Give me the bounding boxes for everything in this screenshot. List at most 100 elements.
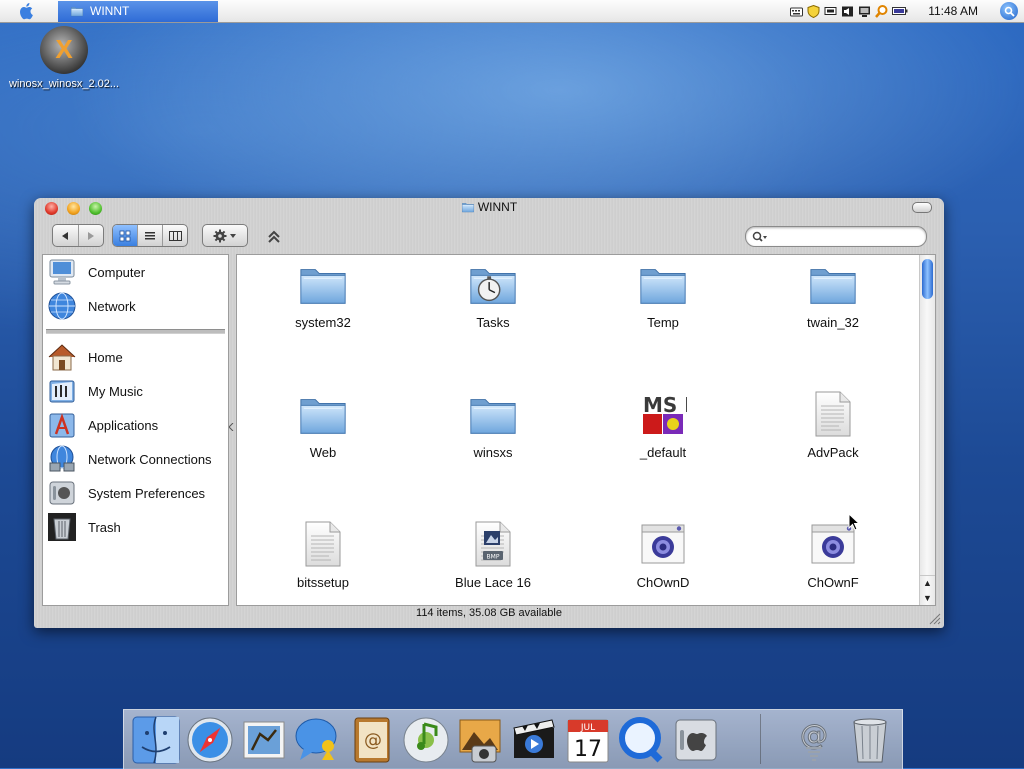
search-icon [752, 231, 767, 242]
itunes-icon[interactable] [400, 714, 452, 766]
mail-icon[interactable] [238, 714, 290, 766]
file-item[interactable]: twain_32 [763, 258, 903, 330]
desktop-icon-label: winosx_winosx_2.02... [8, 78, 120, 90]
sidebar-item-my-music[interactable]: My Music [43, 374, 228, 408]
forward-arrow-icon [87, 231, 94, 240]
folder-icon [637, 258, 689, 310]
ical-icon[interactable]: JUL 17 [562, 714, 614, 766]
svg-text:@: @ [364, 730, 382, 751]
forward-button[interactable] [79, 225, 104, 246]
ical-month-label: JUL [580, 723, 595, 733]
apple-menu-icon[interactable] [0, 0, 54, 22]
desktop-disk-icon-item[interactable]: X winosx_winosx_2.02... [2, 26, 126, 90]
sidebar-item-system-preferences[interactable]: System Preferences [43, 476, 228, 510]
applications-icon [46, 410, 78, 440]
shield-icon[interactable] [807, 4, 820, 18]
file-browser-content: system32 Tasks Temp twain_32 Web winsxs … [236, 254, 936, 606]
file-item[interactable]: winsxs [423, 388, 563, 460]
file-item[interactable]: ChOwnD [593, 518, 733, 590]
menu-extras: 11:48 AM [790, 2, 1024, 20]
menu-bar: WINNT 11:48 AM [0, 0, 1024, 23]
file-item[interactable]: AdvPack [763, 388, 903, 460]
folder-icon [297, 258, 349, 310]
iphoto-icon[interactable] [454, 714, 506, 766]
sidebar-item-network[interactable]: Network [43, 289, 228, 323]
dock-separator [760, 714, 761, 764]
path-chevron-icon[interactable] [266, 229, 282, 245]
sidebar-item-home[interactable]: Home [43, 340, 228, 374]
safari-icon[interactable] [184, 714, 236, 766]
executable-icon [637, 518, 689, 570]
keyboard-icon[interactable] [790, 5, 804, 18]
finder-icon[interactable] [130, 714, 182, 766]
sidebar-item-applications[interactable]: Applications [43, 408, 228, 442]
tasks-folder-icon [467, 258, 519, 310]
system-preferences-icon [46, 478, 78, 508]
volume-icon[interactable] [841, 5, 854, 18]
spotlight-icon[interactable] [1000, 2, 1018, 20]
taskbar-window-tab[interactable]: WINNT [58, 0, 218, 22]
folder-icon [461, 201, 475, 213]
column-view-icon [168, 230, 182, 241]
folder-icon [297, 388, 349, 440]
back-arrow-icon [62, 231, 69, 240]
quicktime-icon[interactable] [616, 714, 668, 766]
navigation-buttons [52, 224, 104, 247]
display-icon[interactable] [824, 5, 837, 18]
file-item[interactable]: bitssetup [253, 518, 393, 590]
battery-icon[interactable] [892, 5, 908, 18]
resize-grip-icon[interactable] [929, 613, 941, 625]
sidebar-item-label: Home [88, 349, 123, 365]
file-label: Web [309, 445, 337, 460]
folder-icon [807, 258, 859, 310]
sidebar-splitter-handle[interactable] [229, 423, 234, 431]
file-item[interactable]: system32 [253, 258, 393, 330]
sidebar-item-trash[interactable]: Trash [43, 510, 228, 544]
imovie-icon[interactable] [508, 714, 560, 766]
menu-clock[interactable]: 11:48 AM [928, 4, 978, 18]
action-menu-button[interactable] [202, 224, 248, 247]
toolbar-toggle-button[interactable] [912, 202, 932, 213]
file-item[interactable]: Web [253, 388, 393, 460]
mail-at-icon[interactable]: @ [788, 714, 840, 766]
address-book-icon[interactable]: @ [346, 714, 398, 766]
scroll-up-arrow-icon[interactable]: ▲ [920, 575, 935, 590]
sidebar-divider[interactable] [46, 329, 225, 334]
column-view-button[interactable] [163, 225, 187, 246]
window-title-text: WINNT [477, 200, 518, 214]
file-item[interactable]: Tasks [423, 258, 563, 330]
sidebar-item-label: Trash [88, 519, 121, 535]
computer-icon [46, 257, 78, 287]
system-preferences-icon[interactable] [670, 714, 722, 766]
sidebar-item-computer[interactable]: Computer [43, 255, 228, 289]
network-globe-icon [46, 291, 78, 321]
scrollbar-thumb[interactable] [922, 259, 933, 299]
window-titlebar[interactable]: WINNT [34, 198, 944, 218]
music-folder-icon [46, 376, 78, 406]
trash-icon[interactable] [844, 714, 896, 766]
scroll-down-arrow-icon[interactable]: ▼ [920, 591, 935, 605]
view-mode-buttons [112, 224, 188, 247]
icon-view-button[interactable] [113, 225, 138, 246]
file-item[interactable]: BMP Blue Lace 16 [423, 518, 563, 590]
search-tool-icon[interactable] [875, 4, 888, 18]
monitor-icon[interactable] [858, 5, 871, 18]
home-icon [46, 342, 78, 372]
folder-icon [70, 5, 84, 17]
search-field[interactable] [745, 226, 927, 247]
vertical-scrollbar[interactable]: ▲ ▼ [919, 255, 935, 605]
file-label: Temp [647, 315, 679, 330]
list-view-button[interactable] [138, 225, 163, 246]
search-input[interactable] [770, 229, 914, 244]
sidebar: Computer Network Home My Music Applicati… [42, 254, 229, 606]
window-title: WINNT [34, 200, 944, 214]
file-item[interactable]: Temp [593, 258, 733, 330]
sidebar-item-label: Applications [88, 417, 159, 433]
document-icon [297, 518, 349, 570]
ichat-icon[interactable] [292, 714, 344, 766]
sidebar-item-network-connections[interactable]: Network Connections [43, 442, 228, 476]
file-item[interactable]: MS DOS _default [593, 388, 733, 460]
file-label: twain_32 [806, 315, 860, 330]
file-item[interactable]: ChOwnF [763, 518, 903, 590]
back-button[interactable] [53, 225, 79, 246]
